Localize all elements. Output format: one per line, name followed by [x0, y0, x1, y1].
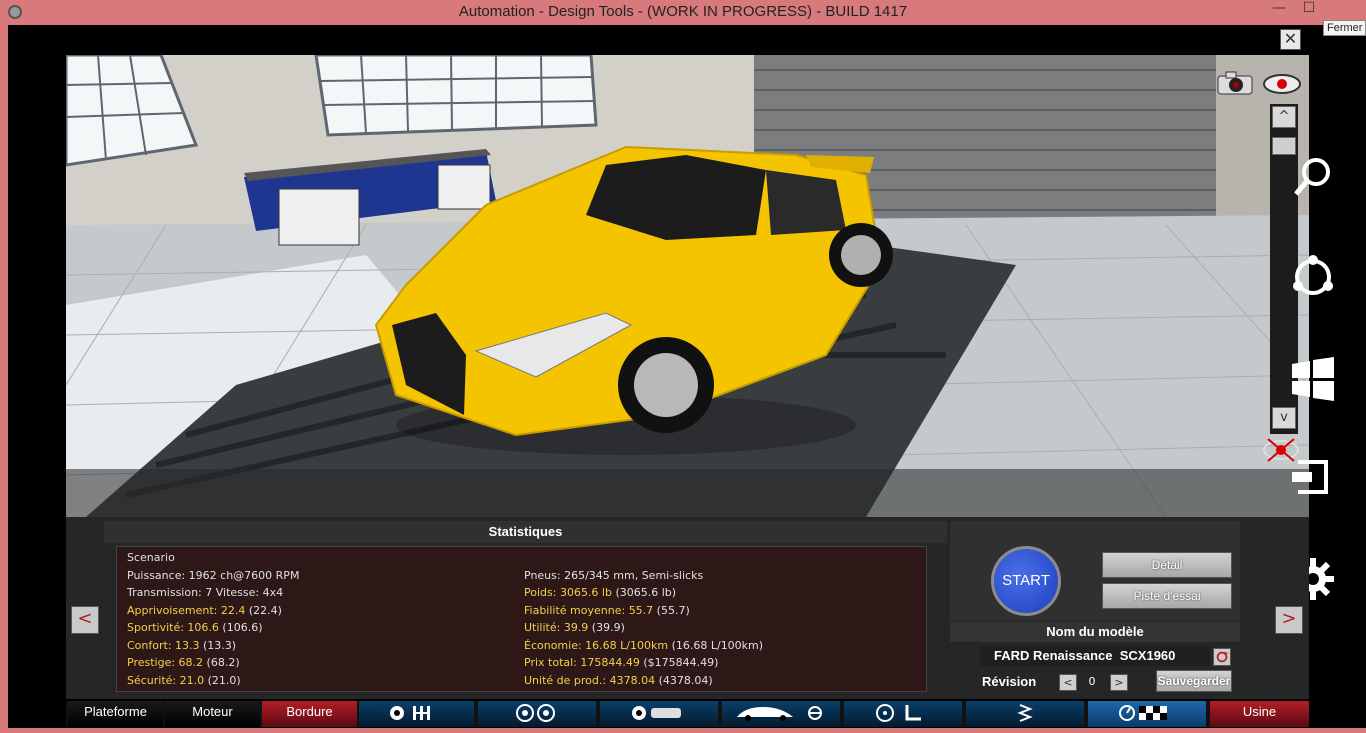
- brakes-icon: [632, 705, 681, 720]
- gearbox-icon: [389, 705, 430, 720]
- search-icon[interactable]: [1286, 150, 1340, 204]
- refresh-icon[interactable]: [1213, 648, 1231, 666]
- tab-gearbox[interactable]: [359, 701, 474, 727]
- interior-icon: [876, 703, 921, 722]
- window-title: Automation - Design Tools - (WORK IN PRO…: [458, 3, 908, 20]
- stat-safety: Sécurité: 21.0 (21.0): [127, 673, 241, 687]
- stat-reliability: Fiabilité moyenne: 55.7 (55.7): [524, 603, 690, 617]
- car-body-icon: [737, 705, 822, 721]
- testing-flag-icon: [1119, 704, 1167, 721]
- stats-left-column: Scenario Puissance: 1962 ch@7600 RPM Tra…: [127, 549, 299, 689]
- tab-interior[interactable]: [844, 701, 962, 727]
- stat-economy: Économie: 16.68 L/100km (16.68 L/100km): [524, 638, 764, 652]
- viewport-close-button[interactable]: ✕: [1280, 29, 1301, 50]
- minimize-button[interactable]: —: [1264, 0, 1294, 18]
- stat-production-units: Unité de prod.: 4378.04 (4378.04): [524, 673, 713, 687]
- revision-label: Révision: [982, 674, 1037, 689]
- tab-trim[interactable]: Bordure: [262, 701, 357, 727]
- stat-utility: Utilité: 39.9 (39.9): [524, 621, 625, 634]
- window-center: [314, 55, 598, 137]
- previous-button[interactable]: <: [71, 606, 99, 634]
- revision-value: 0: [1088, 675, 1096, 688]
- stats-right-column: Pneus: 265/345 mm, Semi-slicks Poids: 30…: [524, 549, 763, 689]
- tab-engine[interactable]: Moteur: [165, 701, 260, 727]
- stat-tyres: Pneus: 265/345 mm, Semi-slicks: [524, 568, 704, 582]
- windows-start-icon[interactable]: [1286, 352, 1340, 406]
- wheels-icon: [516, 703, 555, 722]
- close-window-button[interactable]: [1322, 0, 1366, 18]
- stat-power: Puissance: 1962 ch@7600 RPM: [127, 568, 300, 582]
- tab-testing[interactable]: [1088, 701, 1206, 727]
- suspension-icon: [1017, 703, 1033, 722]
- stat-blank: [524, 549, 763, 567]
- stat-prestige: Prestige: 68.2 (68.2): [127, 656, 240, 669]
- tab-wheels[interactable]: [478, 701, 596, 727]
- garage-scene: [66, 55, 1309, 517]
- model-name-header: Nom du modèle: [950, 622, 1240, 642]
- detail-button[interactable]: Détail: [1102, 552, 1232, 578]
- next-button[interactable]: >: [1275, 606, 1303, 634]
- tab-platform[interactable]: Plateforme: [68, 701, 163, 727]
- stat-sportiness: Sportivité: 106.6 (106.6): [127, 621, 263, 634]
- share-icon[interactable]: [1286, 250, 1340, 304]
- tab-body-aero[interactable]: [722, 701, 840, 727]
- zoom-up-button[interactable]: ^: [1272, 106, 1296, 128]
- stat-weight: Poids: 3065.6 lb (3065.6 lb): [524, 586, 677, 599]
- start-button[interactable]: START: [991, 546, 1061, 616]
- stat-comfort: Confort: 13.3 (13.3): [127, 638, 237, 652]
- stat-scenario: Scenario: [127, 551, 175, 564]
- zoom-down-button[interactable]: v: [1272, 407, 1296, 429]
- window-frame-left: [0, 25, 8, 733]
- camera-icon[interactable]: [1216, 70, 1256, 96]
- window-frame-bottom: [0, 728, 1366, 733]
- stat-total-price: Prix total: 175844.49 ($175844.49): [524, 656, 719, 669]
- test-track-button[interactable]: Piste d'essai: [1102, 583, 1232, 609]
- stats-header: Statistiques: [104, 521, 947, 543]
- window-titlebar: Automation - Design Tools - (WORK IN PRO…: [0, 0, 1366, 25]
- model-variant-text: SCX1960: [1119, 648, 1176, 663]
- tab-factory[interactable]: Usine: [1210, 701, 1309, 727]
- model-name-field[interactable]: FARD Renaissance SCX1960: [980, 646, 1210, 666]
- close-tooltip: Fermer: [1323, 20, 1366, 36]
- model-name-text: FARD Renaissance: [994, 648, 1113, 663]
- tab-suspension[interactable]: [966, 701, 1084, 727]
- revision-decrement-button[interactable]: <: [1059, 674, 1077, 691]
- stat-transmission: Transmission: 7 Vitesse: 4x4: [127, 586, 284, 599]
- car-3d-viewport[interactable]: [66, 55, 1309, 517]
- maximize-button[interactable]: ☐: [1294, 0, 1324, 18]
- eye-icon[interactable]: [1262, 72, 1302, 96]
- save-button[interactable]: Sauvegarder: [1156, 670, 1232, 692]
- stat-drivability: Apprivoisement: 22.4 (22.4): [127, 603, 282, 617]
- revision-increment-button[interactable]: >: [1110, 674, 1128, 691]
- tab-brakes[interactable]: [600, 701, 718, 727]
- devices-icon[interactable]: [1286, 450, 1340, 504]
